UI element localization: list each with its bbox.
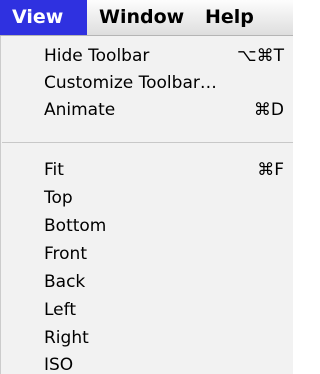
view-menu-dropdown: Hide Toolbar ⌥⌘T Customize Toolbar… Anim… bbox=[0, 36, 293, 374]
menu-window[interactable]: Window bbox=[87, 0, 196, 35]
menu-bar: View Window Help bbox=[0, 0, 293, 36]
menu-item-label: Fit bbox=[44, 160, 64, 180]
menu-item-shortcut: ⌘D bbox=[253, 100, 284, 120]
menu-separator bbox=[2, 142, 293, 143]
menu-item-bottom[interactable]: Bottom bbox=[1, 212, 294, 240]
menu-item-label: ISO bbox=[44, 355, 74, 374]
menu-item-label: Right bbox=[44, 328, 89, 348]
menu-item-hide-toolbar[interactable]: Hide Toolbar ⌥⌘T bbox=[1, 42, 294, 70]
menu-item-right[interactable]: Right bbox=[1, 324, 294, 352]
menu-item-fit[interactable]: Fit ⌘F bbox=[1, 156, 294, 184]
menu-item-label: Bottom bbox=[44, 216, 107, 236]
menu-item-animate[interactable]: Animate ⌘D bbox=[1, 96, 294, 124]
menu-item-top[interactable]: Top bbox=[1, 184, 294, 212]
menu-item-label: Left bbox=[44, 300, 76, 320]
menu-item-shortcut: ⌘F bbox=[257, 160, 284, 180]
menu-item-label: Animate bbox=[44, 100, 116, 120]
menu-item-label: Customize Toolbar… bbox=[44, 73, 217, 93]
menu-item-label: Front bbox=[44, 244, 87, 264]
menu-item-back[interactable]: Back bbox=[1, 268, 294, 296]
menu-item-label: Back bbox=[44, 272, 86, 292]
menu-help[interactable]: Help bbox=[193, 0, 266, 35]
menu-item-left[interactable]: Left bbox=[1, 296, 294, 324]
menu-item-label: Hide Toolbar bbox=[44, 46, 150, 66]
menu-view[interactable]: View bbox=[0, 0, 87, 35]
menu-item-label: Top bbox=[44, 188, 73, 208]
menu-item-iso[interactable]: ISO bbox=[1, 351, 294, 374]
menu-item-shortcut: ⌥⌘T bbox=[237, 46, 284, 66]
menu-item-customize-toolbar[interactable]: Customize Toolbar… bbox=[1, 69, 294, 97]
menu-item-front[interactable]: Front bbox=[1, 240, 294, 268]
